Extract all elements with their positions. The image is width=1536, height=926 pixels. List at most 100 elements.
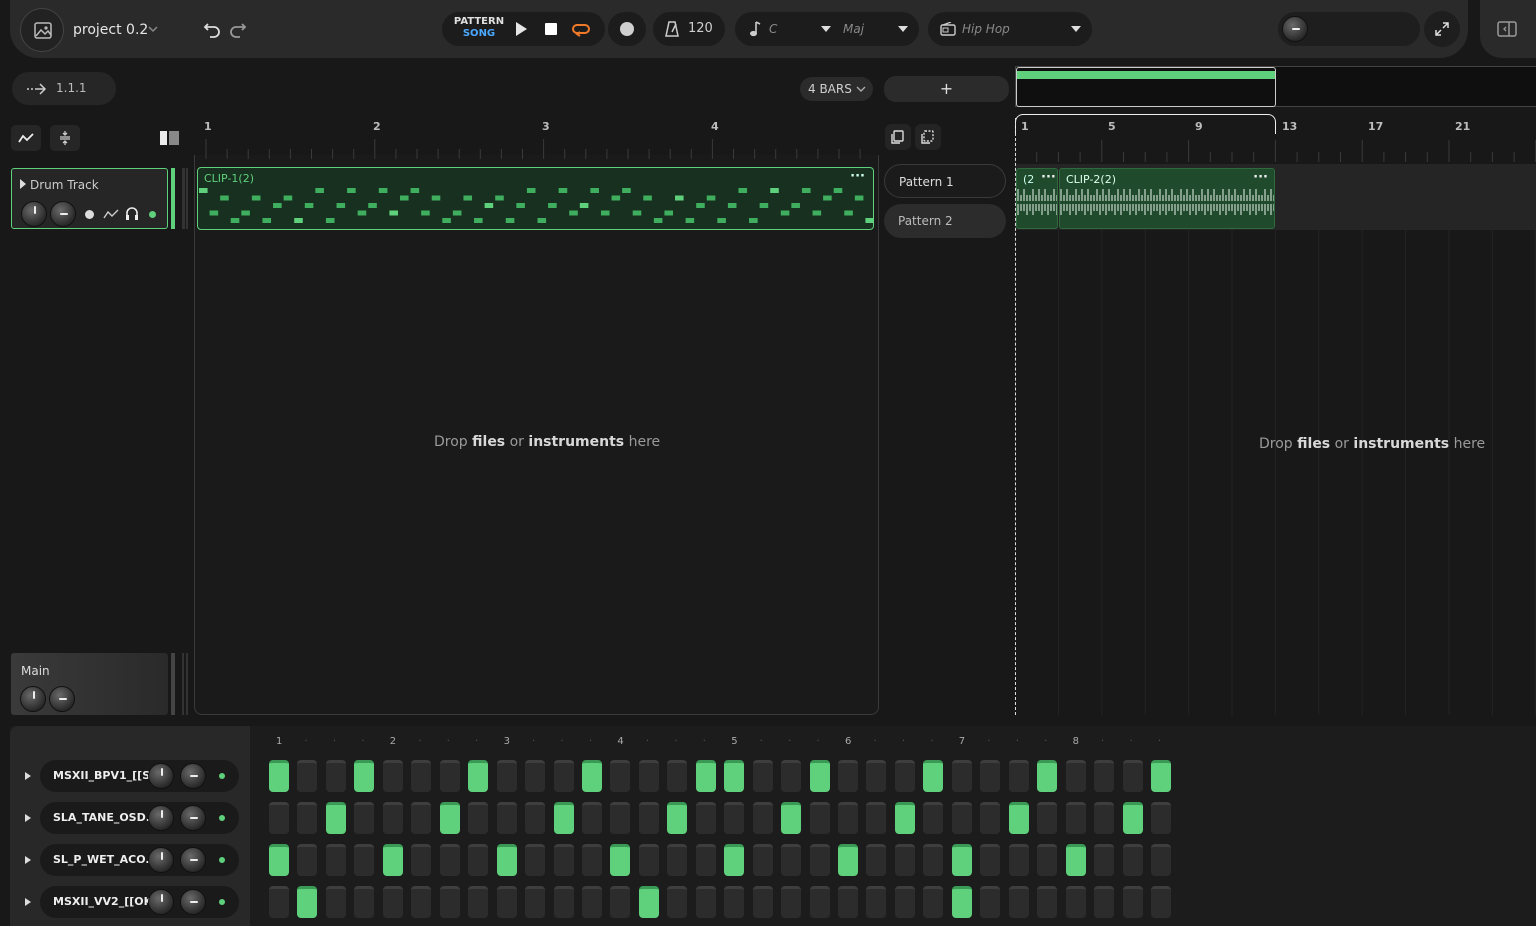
sequencer-step[interactable]: [269, 844, 289, 876]
sequencer-step[interactable]: [638, 760, 659, 792]
sequencer-step[interactable]: [1150, 760, 1171, 792]
sequencer-step[interactable]: [724, 760, 745, 792]
sequencer-step[interactable]: [838, 886, 858, 918]
instrument-expand-icon[interactable]: [25, 814, 31, 822]
song-clip-small-menu-icon[interactable]: ···: [1041, 170, 1056, 185]
sequencer-step[interactable]: [468, 802, 489, 834]
instrument-volume-knob[interactable]: [148, 763, 174, 789]
sequencer-step[interactable]: [724, 886, 745, 918]
tempo-field[interactable]: 120: [653, 12, 725, 46]
sequencer-step[interactable]: [809, 760, 830, 792]
sequencer-step[interactable]: [610, 760, 631, 792]
instrument-row-header[interactable]: MSXII_VV2_[[OK...: [40, 886, 239, 918]
sequencer-step[interactable]: [752, 760, 773, 792]
sequencer-step[interactable]: [325, 802, 346, 834]
sequencer-step[interactable]: [781, 802, 802, 834]
sequencer-step[interactable]: [923, 844, 944, 876]
sequencer-step[interactable]: [468, 886, 489, 918]
sequencer-step[interactable]: [496, 760, 517, 792]
sequencer-step[interactable]: [923, 802, 944, 834]
sequencer-step[interactable]: [354, 760, 375, 792]
automation-icon[interactable]: [103, 208, 119, 220]
sequencer-step[interactable]: [325, 760, 346, 792]
sequencer-step[interactable]: [610, 886, 631, 918]
drum-track-header[interactable]: Drum Track: [11, 168, 168, 229]
sequencer-step[interactable]: [1094, 760, 1115, 792]
sequencer-step[interactable]: [980, 760, 1001, 792]
sequencer-step[interactable]: [439, 844, 460, 876]
sequencer-step[interactable]: [439, 802, 460, 834]
sequencer-step[interactable]: [354, 886, 375, 918]
sequencer-step[interactable]: [496, 844, 517, 876]
sequencer-step[interactable]: [866, 886, 887, 918]
split-button[interactable]: [50, 125, 80, 151]
sequencer-step[interactable]: [638, 802, 659, 834]
sequencer-step[interactable]: [695, 886, 716, 918]
sequencer-step[interactable]: [297, 760, 318, 792]
sequencer-step[interactable]: [695, 844, 716, 876]
project-name[interactable]: project 0.2: [73, 22, 148, 38]
mode-toggle[interactable]: PATTERN SONG: [452, 16, 506, 40]
panel-toggle-button[interactable]: [1480, 0, 1536, 58]
sequencer-step[interactable]: [525, 844, 546, 876]
sequencer-step[interactable]: [980, 844, 1001, 876]
sequencer-step[interactable]: [752, 802, 773, 834]
sequencer-step[interactable]: [297, 886, 318, 918]
sequencer-step[interactable]: [1065, 802, 1086, 834]
sequencer-step[interactable]: [838, 802, 858, 834]
sequencer-step[interactable]: [297, 802, 318, 834]
pattern-item-2[interactable]: Pattern 2: [884, 204, 1006, 238]
sequencer-step[interactable]: [382, 886, 403, 918]
main-track-header[interactable]: Main: [11, 653, 168, 715]
key-scale-selector[interactable]: C Maj: [735, 12, 919, 46]
bars-selector[interactable]: 4 BARS: [800, 77, 873, 101]
sequencer-step[interactable]: [1037, 886, 1058, 918]
sequencer-step[interactable]: [809, 844, 830, 876]
sequencer-step[interactable]: [610, 802, 631, 834]
instrument-pan-knob[interactable]: [180, 805, 206, 831]
position-display[interactable]: 1.1.1: [12, 72, 116, 105]
sequencer-step[interactable]: [980, 802, 1001, 834]
sequencer-step[interactable]: [468, 844, 489, 876]
sequencer-step[interactable]: [695, 760, 716, 792]
sequencer-step[interactable]: [951, 886, 972, 918]
project-avatar-button[interactable]: [20, 8, 64, 52]
sequencer-step[interactable]: [866, 844, 887, 876]
sequencer-step[interactable]: [980, 886, 1001, 918]
instrument-volume-knob[interactable]: [148, 805, 174, 831]
sequencer-step[interactable]: [667, 802, 688, 834]
sequencer-step[interactable]: [752, 844, 773, 876]
sequencer-step[interactable]: [496, 802, 517, 834]
sequencer-step[interactable]: [610, 844, 631, 876]
clip-1-menu-icon[interactable]: ···: [850, 169, 865, 184]
sequencer-step[interactable]: [1094, 844, 1115, 876]
sequencer-step[interactable]: [382, 760, 403, 792]
sequencer-step[interactable]: [1122, 886, 1143, 918]
sequencer-step[interactable]: [269, 760, 289, 792]
pattern-item-1[interactable]: Pattern 1: [884, 164, 1006, 198]
master-volume-knob[interactable]: [1282, 16, 1308, 42]
master-volume-slider[interactable]: [1278, 12, 1420, 46]
song-clip-2-menu-icon[interactable]: ···: [1253, 170, 1268, 185]
sequencer-step[interactable]: [894, 844, 915, 876]
sequencer-step[interactable]: [695, 802, 716, 834]
copy-pattern-button[interactable]: [885, 124, 911, 150]
song-clip-small[interactable]: (2 ···: [1016, 168, 1058, 229]
instrument-volume-knob[interactable]: [148, 889, 174, 915]
sequencer-step[interactable]: [638, 844, 659, 876]
sequencer-step[interactable]: [553, 886, 574, 918]
sequencer-step[interactable]: [525, 802, 546, 834]
sequencer-step[interactable]: [809, 886, 830, 918]
instrument-row-header[interactable]: MSXII_BPV1_[[S...: [40, 760, 239, 792]
record-button[interactable]: [608, 12, 646, 46]
sequencer-step[interactable]: [1037, 760, 1058, 792]
sequencer-step[interactable]: [382, 844, 403, 876]
sequencer-step[interactable]: [667, 886, 688, 918]
sequencer-step[interactable]: [269, 886, 289, 918]
sequencer-step[interactable]: [1065, 886, 1086, 918]
sequencer-step[interactable]: [894, 886, 915, 918]
sequencer-step[interactable]: [439, 886, 460, 918]
sequencer-step[interactable]: [667, 760, 688, 792]
clip-1[interactable]: CLIP-1(2) ···: [197, 167, 874, 230]
main-volume-knob[interactable]: [20, 686, 46, 712]
